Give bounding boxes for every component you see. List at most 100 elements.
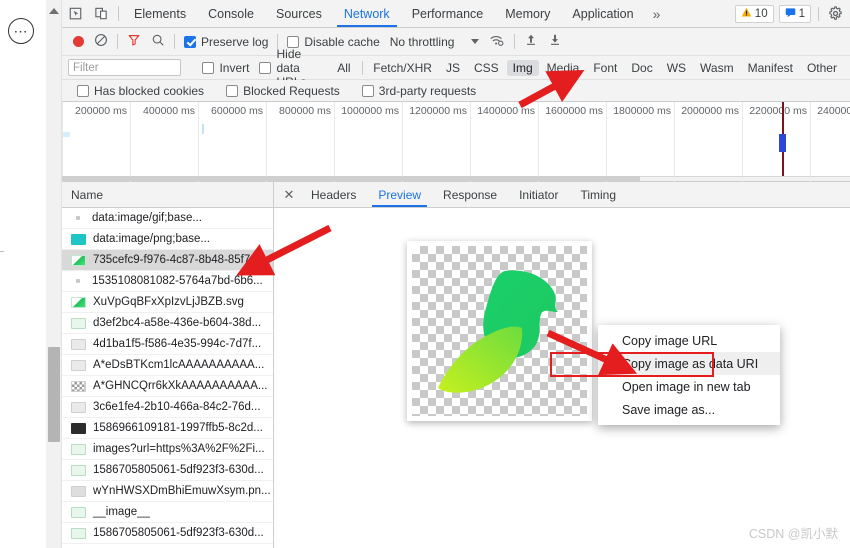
warning-badge[interactable]: 10 <box>734 4 774 23</box>
tab-performance[interactable]: Performance <box>401 0 495 27</box>
more-tabs-icon[interactable]: » <box>645 0 669 27</box>
has-blocked-cookies-checkbox[interactable]: Has blocked cookies <box>72 80 209 101</box>
filter-type-js[interactable]: JS <box>440 60 466 76</box>
network-conditions-button[interactable] <box>484 28 510 55</box>
image-context-menu[interactable]: Copy image URL Copy image as data URI Op… <box>598 325 780 425</box>
filter-type-img[interactable]: Img <box>506 59 539 76</box>
overview-horizontal-scrollbar[interactable] <box>62 176 850 181</box>
tab-console[interactable]: Console <box>197 0 265 27</box>
overview-scrollbar-thumb[interactable] <box>62 176 640 181</box>
tab-elements[interactable]: Elements <box>123 0 197 27</box>
tab-network[interactable]: Network <box>333 0 401 27</box>
toolbar-divider-4 <box>514 34 516 49</box>
tab-preview-label: Preview <box>378 187 422 202</box>
table-row[interactable]: 735cefc9-f976-4c87-8b48-85f7... <box>62 250 273 271</box>
blocked-requests-checkbox[interactable]: Blocked Requests <box>221 80 345 101</box>
tab-timing[interactable]: Timing <box>569 182 627 207</box>
request-name: 1586705805061-5df923f3-630d... <box>93 527 264 539</box>
request-name: A*GHNCQrr6kXkAAAAAAAAAA... <box>93 380 268 392</box>
throttling-dropdown-arrow[interactable] <box>459 28 484 55</box>
filter-type-ws[interactable]: WS <box>661 60 692 76</box>
close-icon[interactable]: ✕ <box>278 182 300 207</box>
tab-response[interactable]: Response <box>432 182 508 207</box>
filter-type-other[interactable]: Other <box>801 60 843 76</box>
toolbar-divider-1 <box>117 34 118 49</box>
message-badge[interactable]: 1 <box>778 4 811 23</box>
tab-application[interactable]: Application <box>561 0 644 27</box>
network-filter-bar: Filter Invert Hide data URLs All Fetch/X… <box>62 47 850 89</box>
clear-button[interactable] <box>89 28 113 55</box>
filter-type-manifest[interactable]: Manifest <box>742 60 799 76</box>
record-button[interactable] <box>68 28 89 55</box>
overview-tick-label-1: 400000 ms <box>143 105 195 117</box>
gear-icon[interactable] <box>826 5 844 23</box>
preview-image-card[interactable] <box>407 241 592 421</box>
filter-type-css[interactable]: CSS <box>468 60 505 76</box>
tab-preview[interactable]: Preview <box>367 182 432 207</box>
table-row[interactable]: 1586705805061-5df923f3-630d... <box>62 460 273 481</box>
tab-initiator[interactable]: Initiator <box>508 182 569 207</box>
table-row[interactable]: d3ef2bc4-a58e-436e-b604-38d... <box>62 313 273 334</box>
filter-button[interactable] <box>122 28 146 55</box>
filter-input[interactable]: Filter <box>68 59 182 76</box>
device-toolbar-icon[interactable] <box>88 0 114 27</box>
tab-memory[interactable]: Memory <box>494 0 561 27</box>
has-blocked-cookies-checkbox-box <box>77 84 89 97</box>
request-name: A*eDsBTKcm1lcAAAAAAAAAA... <box>93 359 265 371</box>
preserve-log-checkbox[interactable]: Preserve log <box>179 28 273 55</box>
request-list[interactable]: Name data:image/gif;base... data:image/p… <box>62 182 274 548</box>
table-row[interactable]: XuVpGqBFxXpIzvLjJBZB.svg <box>62 292 273 313</box>
request-name: 1586966109181-1997ffb5-8c2d... <box>93 422 263 434</box>
request-type-icon <box>71 296 86 308</box>
table-row[interactable]: data:image/gif;base... <box>62 208 273 229</box>
filter-type-wasm[interactable]: Wasm <box>694 60 740 76</box>
overview-tick-label-8: 1800000 ms <box>613 105 671 117</box>
filter-type-all[interactable]: All <box>331 60 356 76</box>
more-options-icon[interactable]: ⋯ <box>8 18 34 44</box>
overview-tick-label-0: 200000 ms <box>75 105 127 117</box>
import-har-button[interactable] <box>519 28 543 55</box>
table-row[interactable]: 4d1ba1f5-f586-4e35-994c-7d7f... <box>62 334 273 355</box>
export-har-button[interactable] <box>543 28 567 55</box>
filter-type-doc[interactable]: Doc <box>625 60 658 76</box>
request-name: data:image/gif;base... <box>92 212 202 224</box>
table-row[interactable]: A*eDsBTKcm1lcAAAAAAAAAA... <box>62 355 273 376</box>
tab-application-label: Application <box>572 6 634 21</box>
table-row[interactable]: data:image/png;base... <box>62 229 273 250</box>
table-row[interactable]: 1586705805061-5df923f3-630d... <box>62 523 273 544</box>
table-row[interactable]: A*GHNCQrr6kXkAAAAAAAAAA... <box>62 376 273 397</box>
third-party-requests-checkbox[interactable]: 3rd-party requests <box>357 80 481 101</box>
throttling-select[interactable]: No throttling <box>385 28 460 55</box>
filter-type-font[interactable]: Font <box>587 60 623 76</box>
filter-type-fetch-xhr[interactable]: Fetch/XHR <box>367 60 438 76</box>
tab-memory-label: Memory <box>505 6 551 21</box>
invert-checkbox[interactable]: Invert <box>197 56 254 79</box>
overview-request-band-1 <box>63 132 70 137</box>
tab-sources[interactable]: Sources <box>265 0 333 27</box>
menu-item-save-image-as[interactable]: Save image as... <box>598 398 780 421</box>
scroll-up-arrow-icon[interactable] <box>49 8 59 14</box>
page-scrollbar[interactable] <box>46 0 62 548</box>
menu-item-open-image-in-new-tab[interactable]: Open image in new tab <box>598 375 780 398</box>
hide-data-urls-checkbox[interactable]: Hide data URLs <box>254 47 330 89</box>
menu-item-copy-image-as-data-uri[interactable]: Copy image as data URI <box>598 352 780 375</box>
table-row[interactable]: images?url=https%3A%2F%2Fi... <box>62 439 273 460</box>
table-row[interactable]: 3c6e1fe4-2b10-466a-84c2-76d... <box>62 397 273 418</box>
table-row[interactable]: 1535108081082-5764a7bd-6b6... <box>62 271 273 292</box>
tab-headers[interactable]: Headers <box>300 182 367 207</box>
overview-tick-label-10: 2200000 ms <box>749 105 807 117</box>
table-row[interactable]: 1586966109181-1997ffb5-8c2d... <box>62 418 273 439</box>
network-overview-timeline[interactable]: 200000 ms 400000 ms 600000 ms 800000 ms … <box>62 102 850 182</box>
overview-tick-label-5: 1200000 ms <box>409 105 467 117</box>
request-name: data:image/png;base... <box>93 233 210 245</box>
filter-type-media[interactable]: Media <box>541 60 586 76</box>
green-leaf-image-preview[interactable] <box>412 246 587 416</box>
message-count: 1 <box>798 7 805 20</box>
table-row[interactable]: __image__ <box>62 502 273 523</box>
table-row[interactable]: wYnHWSXDmBhiEmuwXsym.pn... <box>62 481 273 502</box>
inspect-element-icon[interactable] <box>62 0 88 27</box>
scrollbar-thumb[interactable] <box>48 347 60 442</box>
request-list-header[interactable]: Name <box>62 182 273 208</box>
menu-item-copy-image-url[interactable]: Copy image URL <box>598 329 780 352</box>
search-button[interactable] <box>146 28 170 55</box>
